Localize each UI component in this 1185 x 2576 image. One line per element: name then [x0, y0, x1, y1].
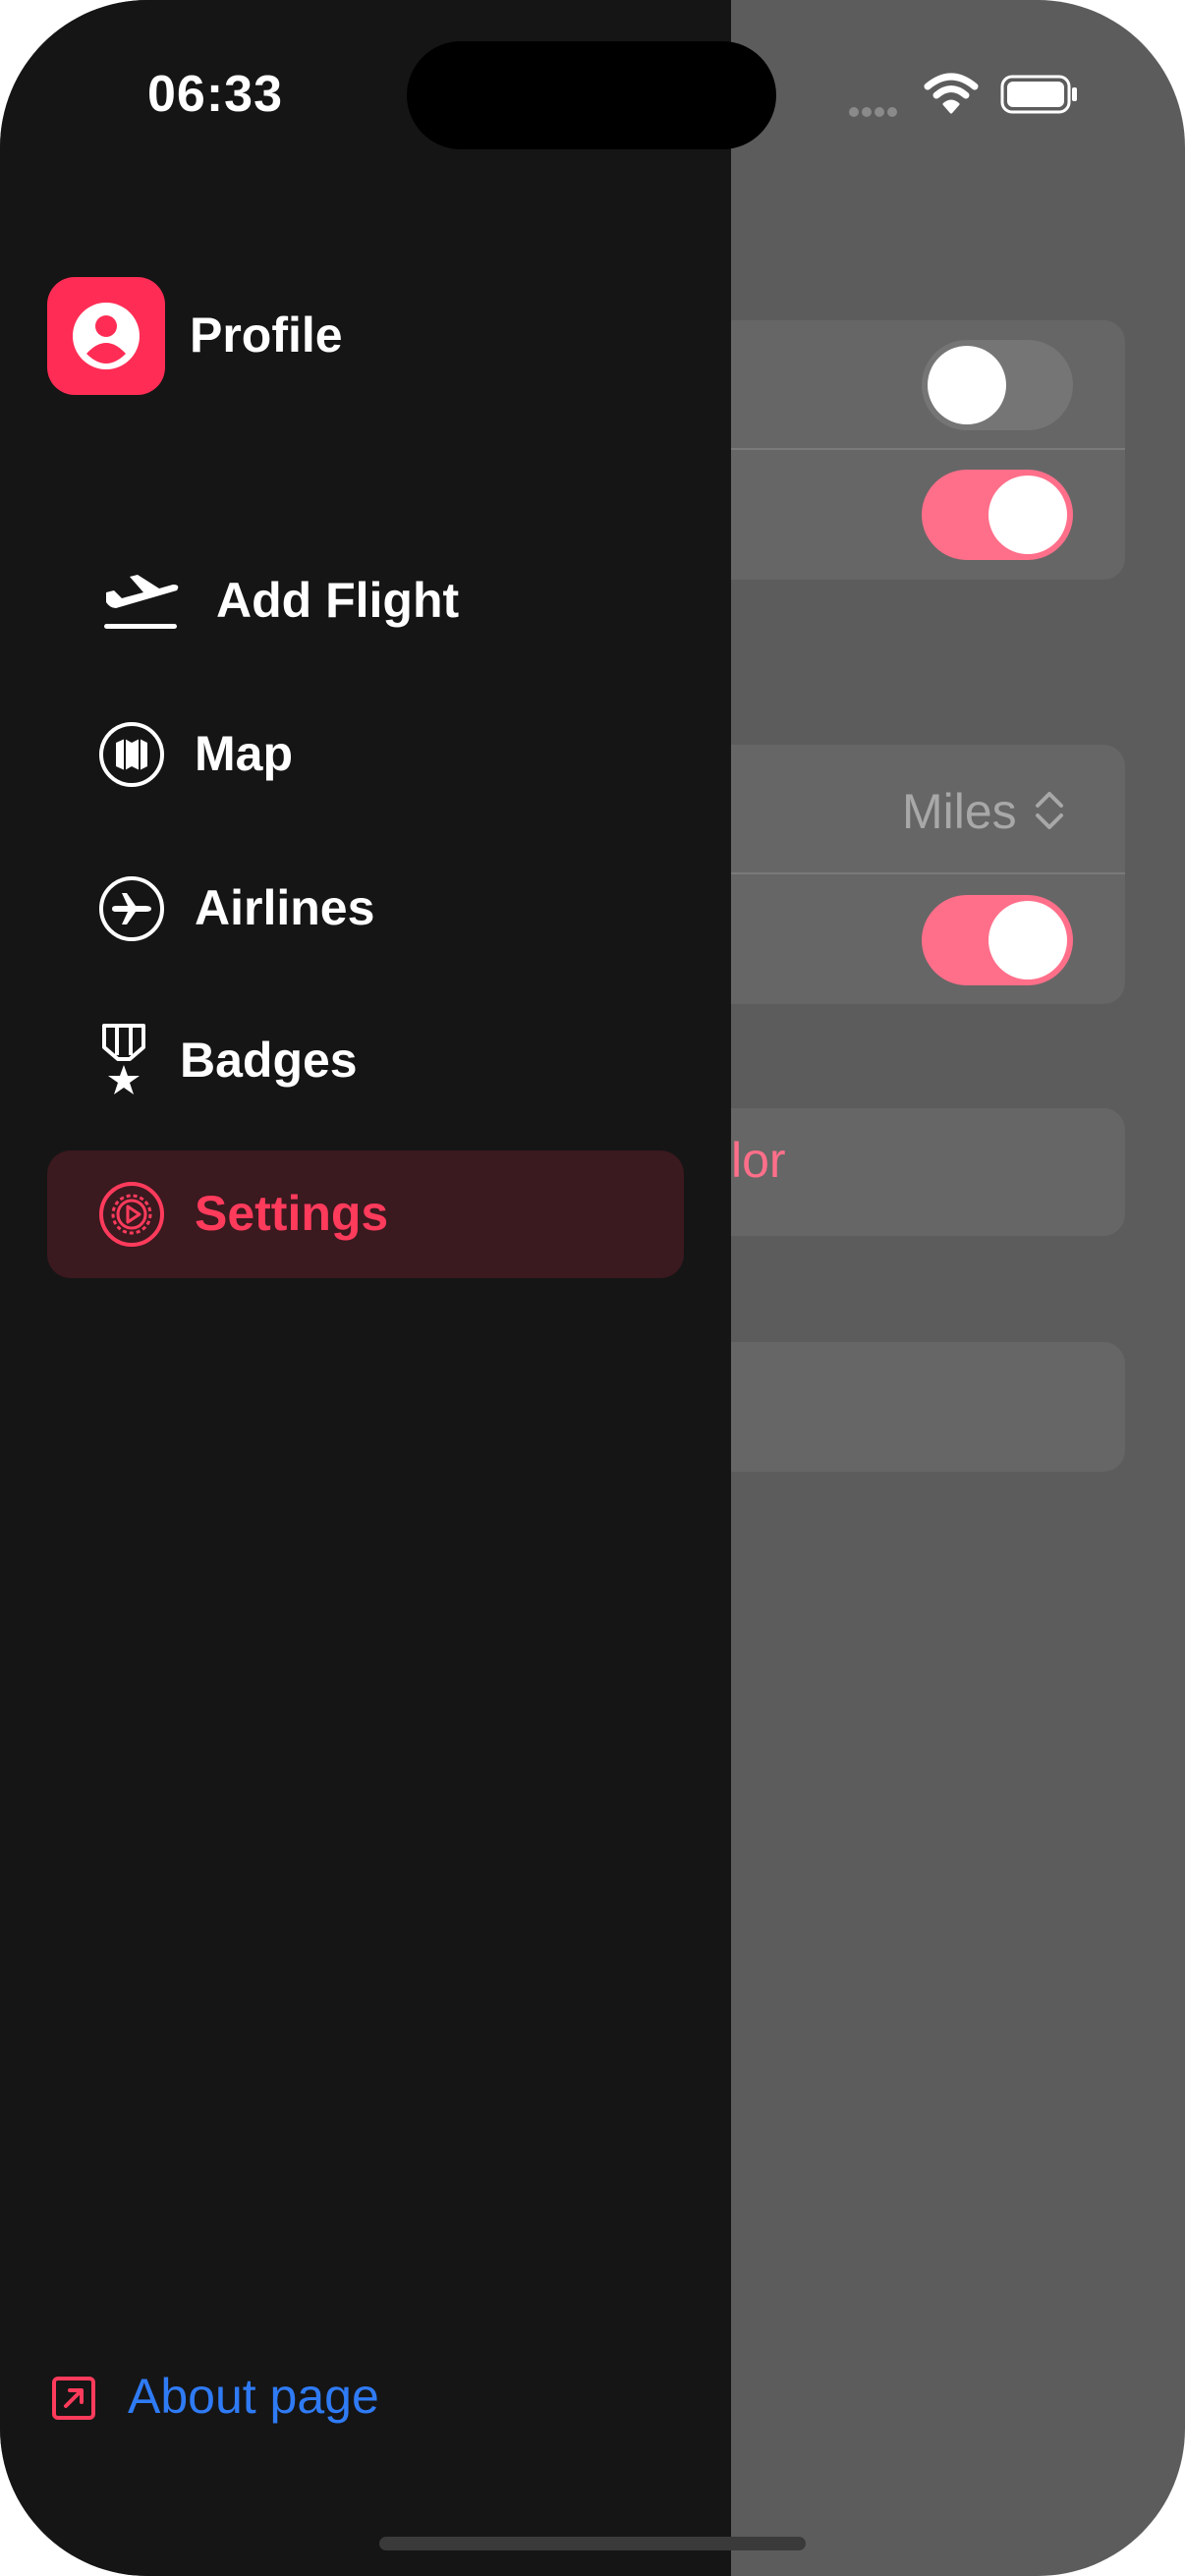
map-icon [99, 722, 164, 787]
menu-item-settings[interactable]: Settings [47, 1150, 684, 1278]
toggle-switch[interactable] [922, 895, 1073, 985]
profile-label: Profile [190, 308, 343, 363]
phone-screen: Miles lor 06:33 Profile Add Flight Map A… [0, 0, 1185, 2576]
accent-color-label-fragment: lor [731, 1133, 786, 1188]
external-link-icon [52, 2377, 95, 2420]
airplane-circle-icon [99, 876, 164, 941]
airplane-departure-icon [104, 575, 179, 629]
divider [688, 872, 1125, 874]
menu-item-label: Badges [180, 1033, 358, 1088]
menu-item-add-flight[interactable]: Add Flight [47, 537, 684, 665]
settings-card-empty[interactable] [688, 1342, 1125, 1472]
gear-icon [99, 1182, 164, 1247]
menu-item-map[interactable]: Map [47, 691, 684, 818]
about-page-link[interactable]: About page [47, 2358, 440, 2436]
toggle-switch[interactable] [922, 470, 1073, 560]
battery-icon [1000, 75, 1077, 114]
menu-item-airlines[interactable]: Airlines [47, 845, 684, 973]
person-icon [47, 277, 165, 395]
distance-unit-value: Miles [902, 784, 1017, 839]
menu-item-label: Map [195, 726, 293, 781]
wifi-icon [924, 73, 979, 114]
about-page-label: About page [128, 2369, 379, 2424]
profile-button[interactable]: Profile [0, 265, 688, 413]
medal-icon [102, 1024, 145, 1094]
dynamic-island [407, 41, 776, 149]
menu-item-label: Add Flight [216, 573, 460, 628]
distance-unit-picker[interactable]: Miles [884, 778, 1081, 843]
toggle-switch[interactable] [922, 340, 1073, 430]
menu-item-label: Airlines [195, 880, 375, 935]
cellular-signal-icon [849, 104, 900, 122]
divider [688, 448, 1125, 450]
home-indicator[interactable] [379, 2537, 806, 2550]
menu-item-label: Settings [195, 1186, 389, 1241]
status-time: 06:33 [147, 66, 283, 123]
chevron-up-down-icon [1036, 792, 1063, 829]
navigation-drawer: 06:33 Profile Add Flight Map Airlines Ba… [0, 0, 731, 2576]
menu-item-badges[interactable]: Badges [47, 997, 684, 1125]
